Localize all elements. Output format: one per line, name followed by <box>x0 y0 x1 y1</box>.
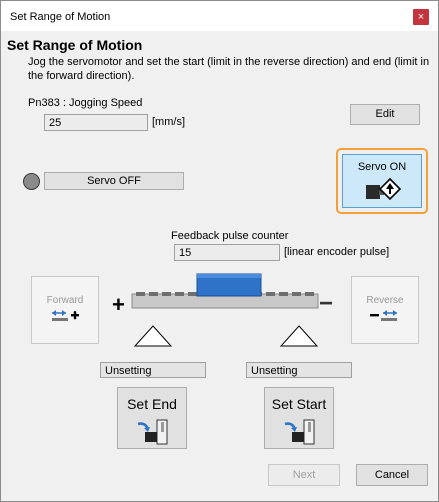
jog-speed-input[interactable]: 25 <box>44 114 148 131</box>
reverse-button[interactable]: Reverse <box>351 276 419 344</box>
set-start-icon <box>284 419 315 445</box>
feedback-unit: [linear encoder pulse] <box>284 246 390 258</box>
jog-speed-unit: [mm/s] <box>152 116 185 128</box>
servo-on-focus-frame: Servo ON <box>336 148 428 214</box>
close-button[interactable]: × <box>413 9 429 25</box>
window-title: Set Range of Motion <box>10 11 111 23</box>
cancel-button[interactable]: Cancel <box>356 464 428 486</box>
page-title: Set Range of Motion <box>7 37 143 53</box>
set-start-label: Set Start <box>271 396 327 412</box>
close-icon: × <box>417 11 425 23</box>
set-start-button[interactable]: Set Start <box>264 387 334 449</box>
set-end-label: Set End <box>127 396 177 412</box>
title-bar: Set Range of Motion × <box>1 1 438 31</box>
feedback-label: Feedback pulse counter <box>171 230 289 242</box>
plus-marker: + <box>112 292 125 317</box>
linear-stage-illustration <box>131 273 319 309</box>
reverse-label: Reverse <box>366 295 404 306</box>
feedback-value: 15 <box>174 244 280 261</box>
reverse-arrow-icon <box>370 310 397 321</box>
servo-on-label: Servo ON <box>357 161 407 173</box>
edit-button[interactable]: Edit <box>350 104 420 125</box>
description-text: Jog the servomotor and set the start (li… <box>28 56 430 82</box>
set-end-icon <box>137 419 168 445</box>
start-marker-triangle <box>279 325 319 347</box>
forward-label: Forward <box>46 295 84 306</box>
jog-speed-label: Pn383 : Jogging Speed <box>28 97 143 109</box>
next-button[interactable]: Next <box>268 464 340 486</box>
forward-button[interactable]: Forward <box>31 276 99 344</box>
forward-arrow-icon <box>52 310 79 321</box>
servo-status-lamp <box>23 173 40 190</box>
set-end-button[interactable]: Set End <box>117 387 187 449</box>
minus-marker: − <box>319 290 334 317</box>
servo-on-button[interactable]: Servo ON <box>342 154 422 208</box>
end-position-field: Unsetting <box>100 362 206 378</box>
servo-off-button[interactable]: Servo OFF <box>44 172 184 190</box>
servo-on-icon <box>366 177 401 201</box>
start-position-field: Unsetting <box>246 362 352 378</box>
end-marker-triangle <box>133 325 173 347</box>
